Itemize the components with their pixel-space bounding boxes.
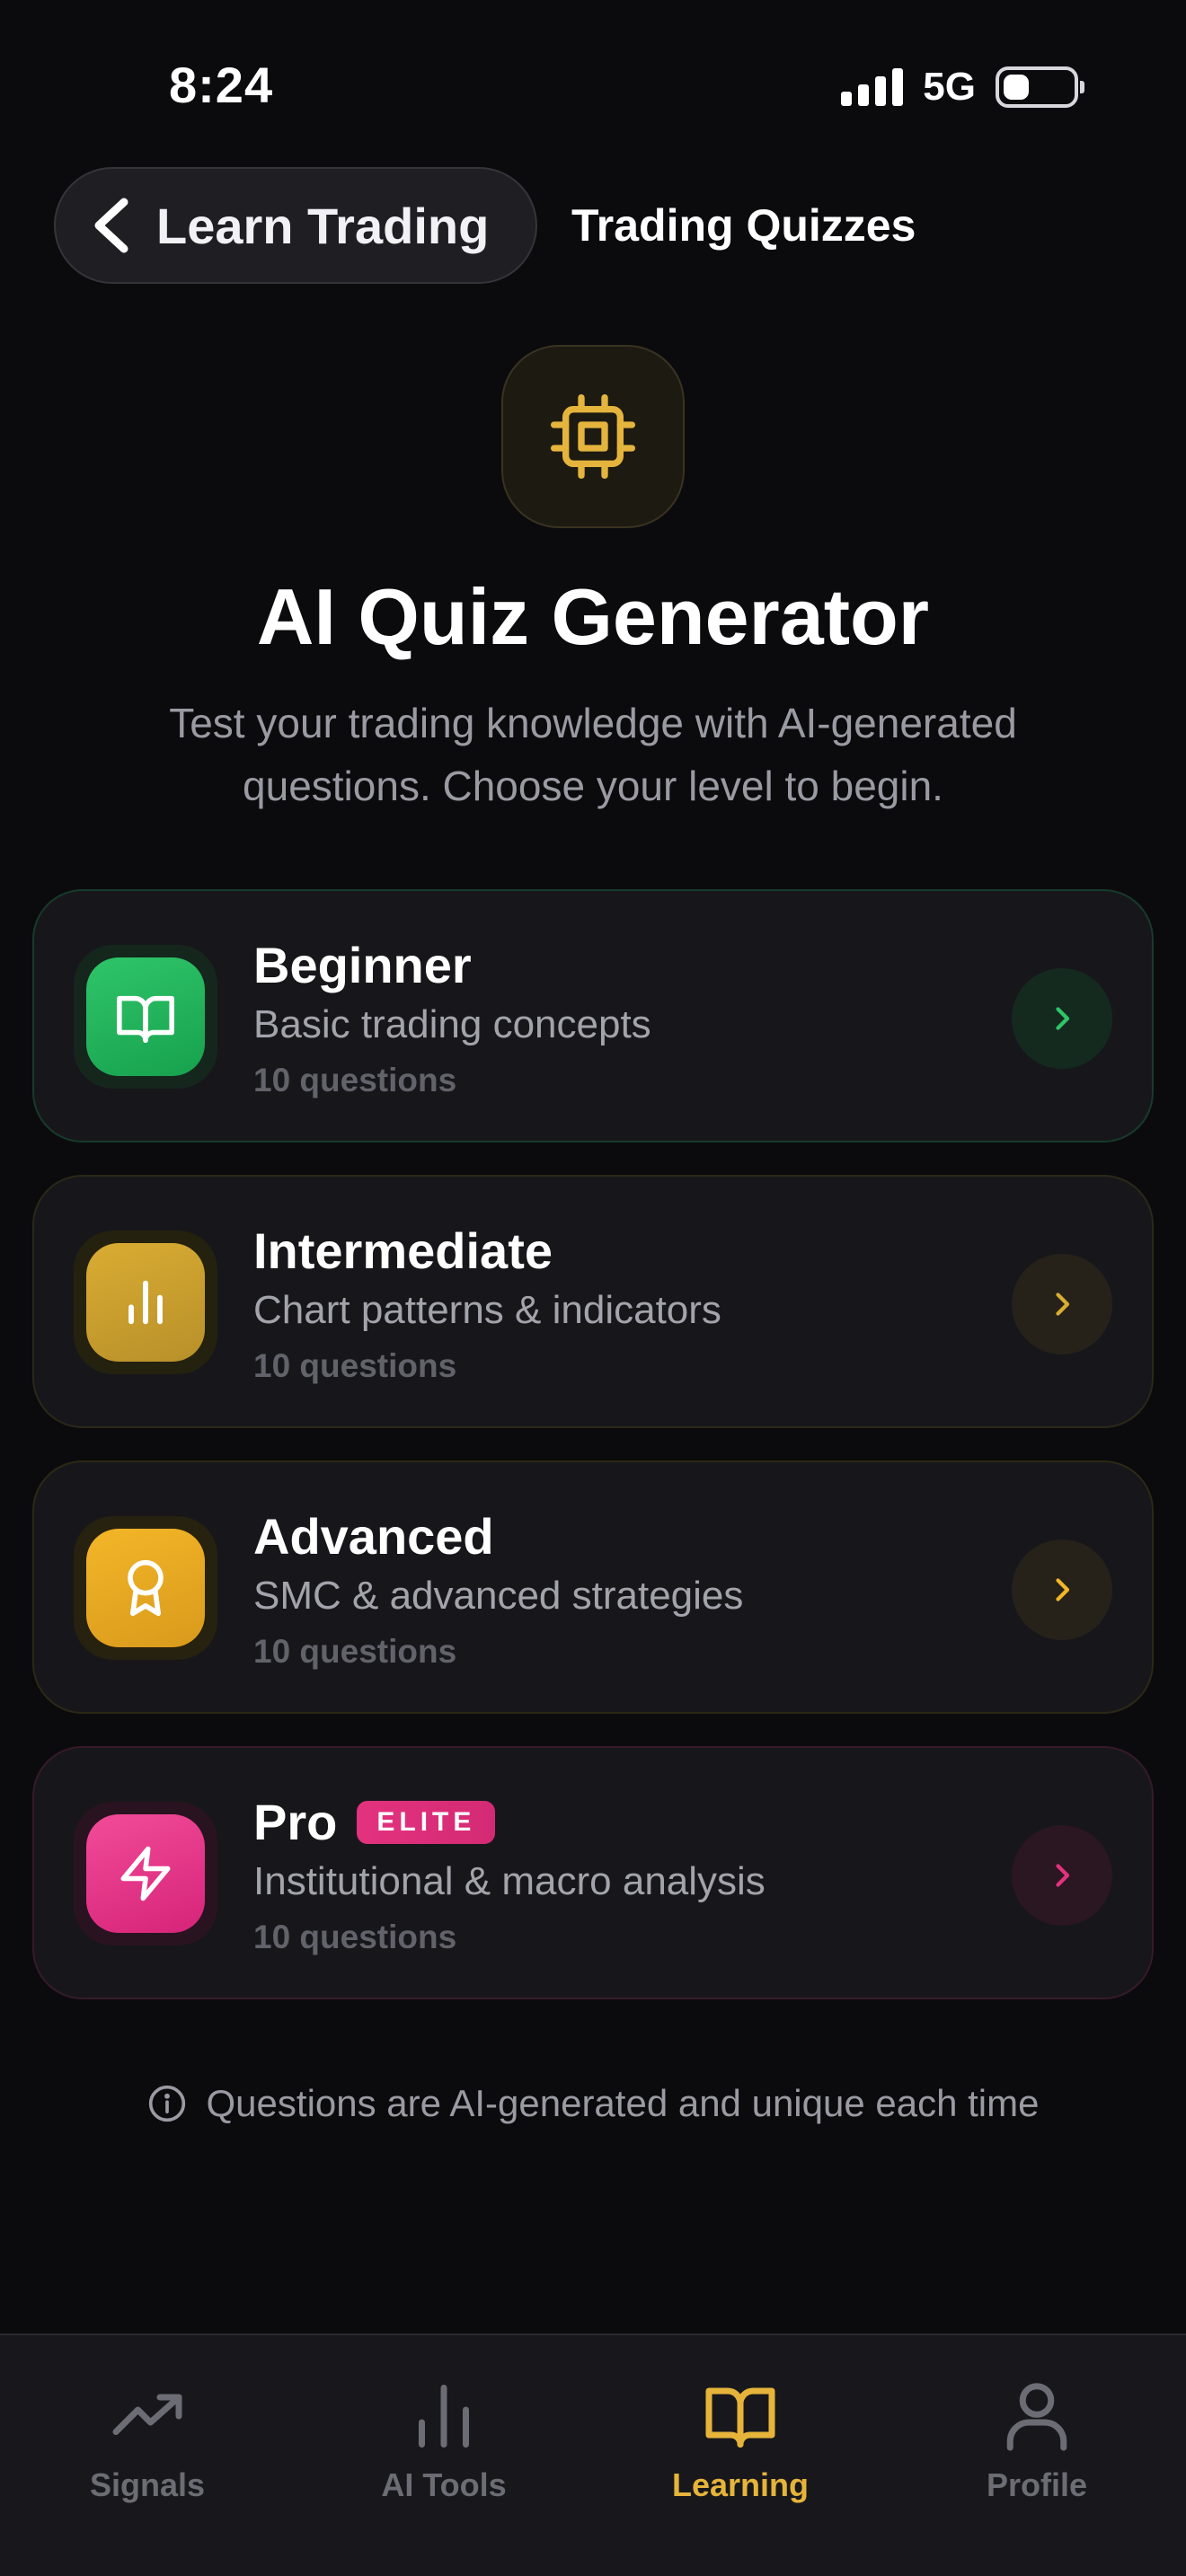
level-icon-container — [74, 945, 217, 1089]
level-subtitle: Chart patterns & indicators — [253, 1288, 721, 1332]
chevron-right-icon[interactable] — [1012, 1825, 1112, 1926]
info-icon — [148, 2085, 185, 2122]
user-icon — [1006, 2383, 1067, 2451]
bar-chart-icon — [419, 2385, 469, 2448]
tab-label: Signals — [89, 2466, 206, 2503]
info-note: Questions are AI-generated and unique ea… — [0, 2082, 1186, 2125]
level-card-beginner[interactable]: Beginner Basic trading concepts 10 quest… — [32, 889, 1154, 1142]
hero-title: AI Quiz Generator — [256, 572, 930, 661]
chevron-right-icon[interactable] — [1012, 1539, 1112, 1640]
award-icon — [86, 1529, 205, 1647]
book-open-icon — [86, 957, 205, 1076]
tab-ai-tools[interactable]: AI Tools — [327, 2378, 561, 2504]
chevron-right-icon[interactable] — [1012, 968, 1112, 1069]
tab-bar: Signals AI Tools Learning Profile — [0, 2333, 1186, 2576]
tab-label: AI Tools — [381, 2466, 507, 2503]
level-icon-container — [74, 1802, 217, 1945]
trending-up-icon — [112, 2394, 182, 2435]
level-title: Advanced — [253, 1508, 494, 1565]
question-count: 10 questions — [253, 1919, 457, 1955]
back-button[interactable]: Learn Trading — [54, 167, 537, 284]
network-type: 5G — [923, 65, 976, 109]
status-indicators: 5G — [841, 65, 1084, 110]
question-count: 10 questions — [253, 1633, 457, 1670]
back-label: Learn Trading — [156, 197, 490, 254]
level-subtitle: Basic trading concepts — [253, 1002, 651, 1046]
level-card-advanced[interactable]: Advanced SMC & advanced strategies 10 qu… — [32, 1460, 1154, 1714]
zap-icon — [86, 1814, 205, 1933]
level-subtitle: SMC & advanced strategies — [253, 1574, 744, 1618]
chevron-right-icon[interactable] — [1012, 1254, 1112, 1354]
battery-icon — [996, 66, 1084, 108]
tab-learning[interactable]: Learning — [624, 2378, 857, 2504]
tab-signals[interactable]: Signals — [31, 2378, 264, 2504]
status-bar: 8:24 5G — [0, 0, 1186, 171]
bar-chart-icon — [86, 1243, 205, 1362]
level-title: Pro — [253, 1794, 338, 1850]
cpu-chip-icon — [501, 345, 685, 528]
level-card-pro[interactable]: Pro ELITE Institutional & macro analysis… — [32, 1746, 1154, 1999]
chevron-left-icon — [94, 198, 128, 253]
tab-label: Profile — [986, 2466, 1088, 2503]
info-note-text: Questions are AI-generated and unique ea… — [206, 2082, 1040, 2124]
level-icon-container — [74, 1231, 217, 1374]
level-title: Beginner — [253, 937, 472, 993]
elite-badge: ELITE — [357, 1800, 496, 1844]
tab-label: Learning — [671, 2466, 809, 2503]
status-time: 8:24 — [169, 57, 274, 113]
level-icon-container — [74, 1516, 217, 1660]
level-card-intermediate[interactable]: Intermediate Chart patterns & indicators… — [32, 1175, 1154, 1428]
book-open-icon — [705, 2387, 775, 2448]
cellular-signal-icon — [841, 68, 904, 106]
question-count: 10 questions — [253, 1062, 457, 1098]
question-count: 10 questions — [253, 1347, 457, 1384]
level-subtitle: Institutional & macro analysis — [253, 1859, 766, 1903]
level-title: Intermediate — [253, 1222, 553, 1279]
hero-description: Test your trading knowledge with AI-gene… — [169, 700, 1017, 809]
tab-profile[interactable]: Profile — [920, 2378, 1154, 2504]
page-title: Trading Quizzes — [571, 200, 916, 251]
